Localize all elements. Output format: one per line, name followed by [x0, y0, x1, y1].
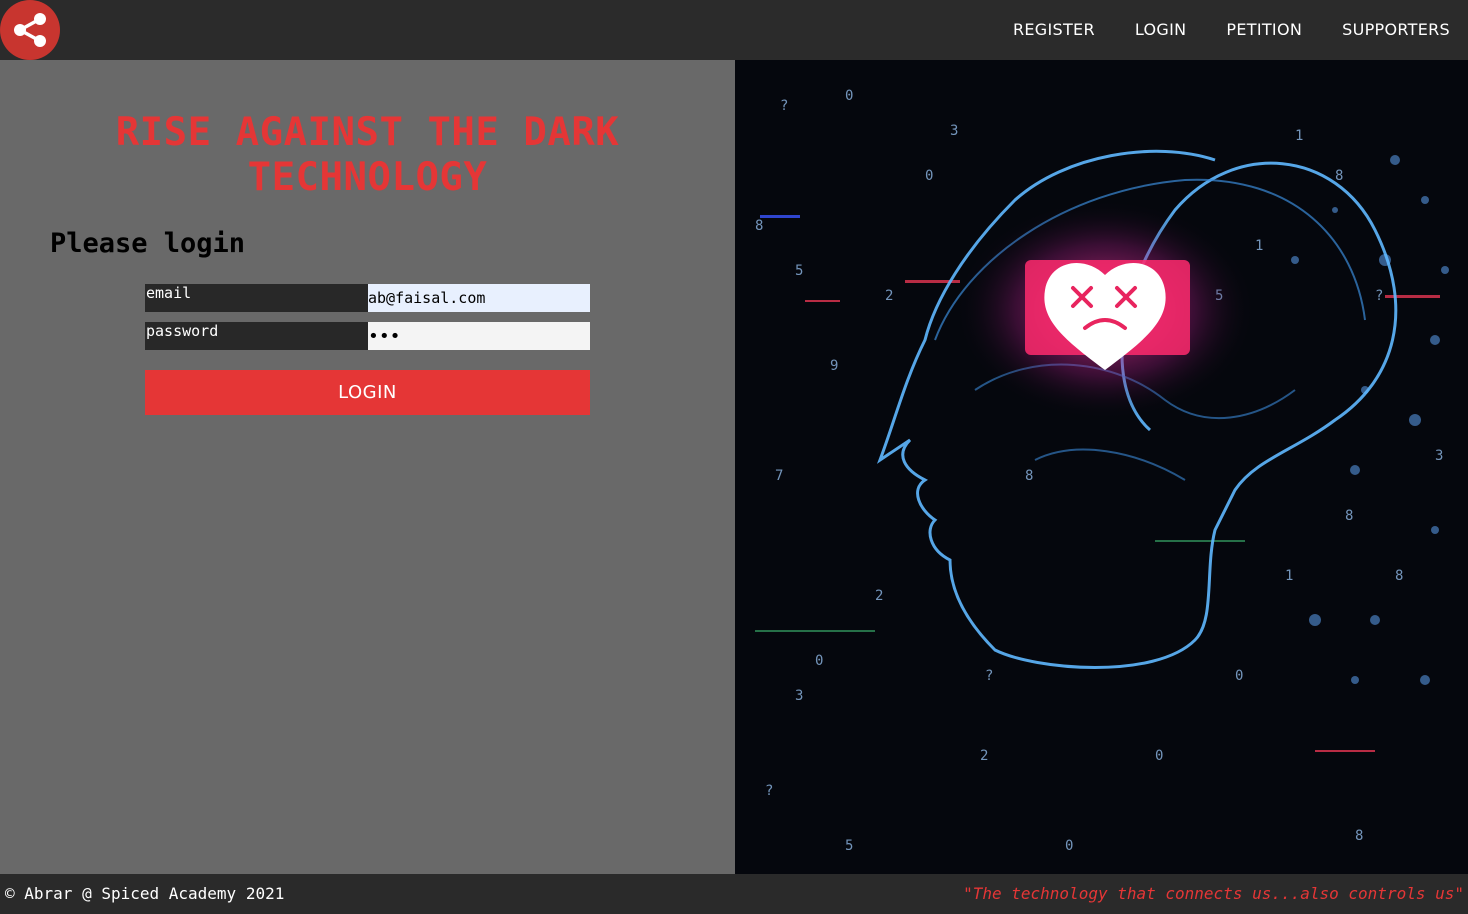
svg-text:0: 0 — [815, 653, 823, 669]
svg-text:1: 1 — [1295, 128, 1303, 144]
svg-text:8: 8 — [1025, 468, 1033, 484]
nav-login-link[interactable]: LOGIN — [1135, 20, 1187, 39]
svg-text:0: 0 — [845, 88, 853, 104]
page-headline: RISE AGAINST THE DARK TECHNOLOGY — [0, 110, 735, 200]
svg-text:8: 8 — [1345, 508, 1353, 524]
svg-text:0: 0 — [1235, 668, 1243, 684]
svg-text:3: 3 — [950, 123, 958, 139]
svg-text:?: ? — [1375, 288, 1383, 304]
svg-text:?: ? — [765, 783, 773, 799]
svg-text:2: 2 — [885, 288, 893, 304]
svg-text:2: 2 — [875, 588, 883, 604]
svg-text:?: ? — [780, 98, 788, 114]
login-panel: RISE AGAINST THE DARK TECHNOLOGY Please … — [0, 60, 735, 874]
svg-text:2: 2 — [980, 748, 988, 764]
login-button[interactable]: LOGIN — [145, 370, 590, 415]
password-field[interactable] — [368, 322, 590, 350]
page-footer: © Abrar @ Spiced Academy 2021 "The techn… — [0, 874, 1468, 914]
svg-text:3: 3 — [1435, 448, 1443, 464]
svg-text:1: 1 — [1255, 238, 1263, 254]
email-row: email — [145, 284, 590, 312]
email-label: email — [145, 284, 368, 312]
password-row: password — [145, 322, 590, 350]
svg-text:8: 8 — [1355, 828, 1363, 844]
email-field[interactable] — [368, 284, 590, 312]
copyright-text: © Abrar @ Spiced Academy 2021 — [5, 884, 285, 903]
svg-text:0: 0 — [1065, 838, 1073, 854]
svg-text:9: 9 — [830, 358, 838, 374]
svg-text:0: 0 — [1155, 748, 1163, 764]
nav-petition-link[interactable]: PETITION — [1226, 20, 1302, 39]
share-logo-icon[interactable] — [0, 0, 60, 60]
login-subheading: Please login — [50, 228, 246, 259]
svg-text:8: 8 — [755, 218, 763, 234]
headline-line-1: RISE AGAINST THE DARK — [115, 110, 620, 155]
headline-line-2: TECHNOLOGY — [247, 155, 488, 200]
svg-text:7: 7 — [775, 468, 783, 484]
share-icon — [14, 13, 46, 47]
svg-text:3: 3 — [795, 688, 803, 704]
svg-text:0: 0 — [925, 168, 933, 184]
svg-text:1: 1 — [1285, 568, 1293, 584]
footer-quote: "The technology that connects us...also … — [963, 884, 1464, 903]
svg-text:8: 8 — [1395, 568, 1403, 584]
nav-register-link[interactable]: REGISTER — [1013, 20, 1095, 39]
nav-supporters-link[interactable]: SUPPORTERS — [1342, 20, 1450, 39]
svg-text:8: 8 — [1335, 168, 1343, 184]
main-nav: REGISTER LOGIN PETITION SUPPORTERS — [1013, 0, 1450, 58]
svg-text:5: 5 — [795, 263, 803, 279]
top-navigation-bar: REGISTER LOGIN PETITION SUPPORTERS — [0, 0, 1468, 60]
svg-text:?: ? — [985, 668, 993, 684]
svg-text:5: 5 — [845, 838, 853, 854]
hero-image: ?03 085 297 203 ??2 118 ?81 838 850 500 — [735, 60, 1468, 874]
password-label: password — [145, 322, 368, 350]
ai-head-broken-heart-illustration: ?03 085 297 203 ??2 118 ?81 838 850 500 — [735, 60, 1468, 874]
